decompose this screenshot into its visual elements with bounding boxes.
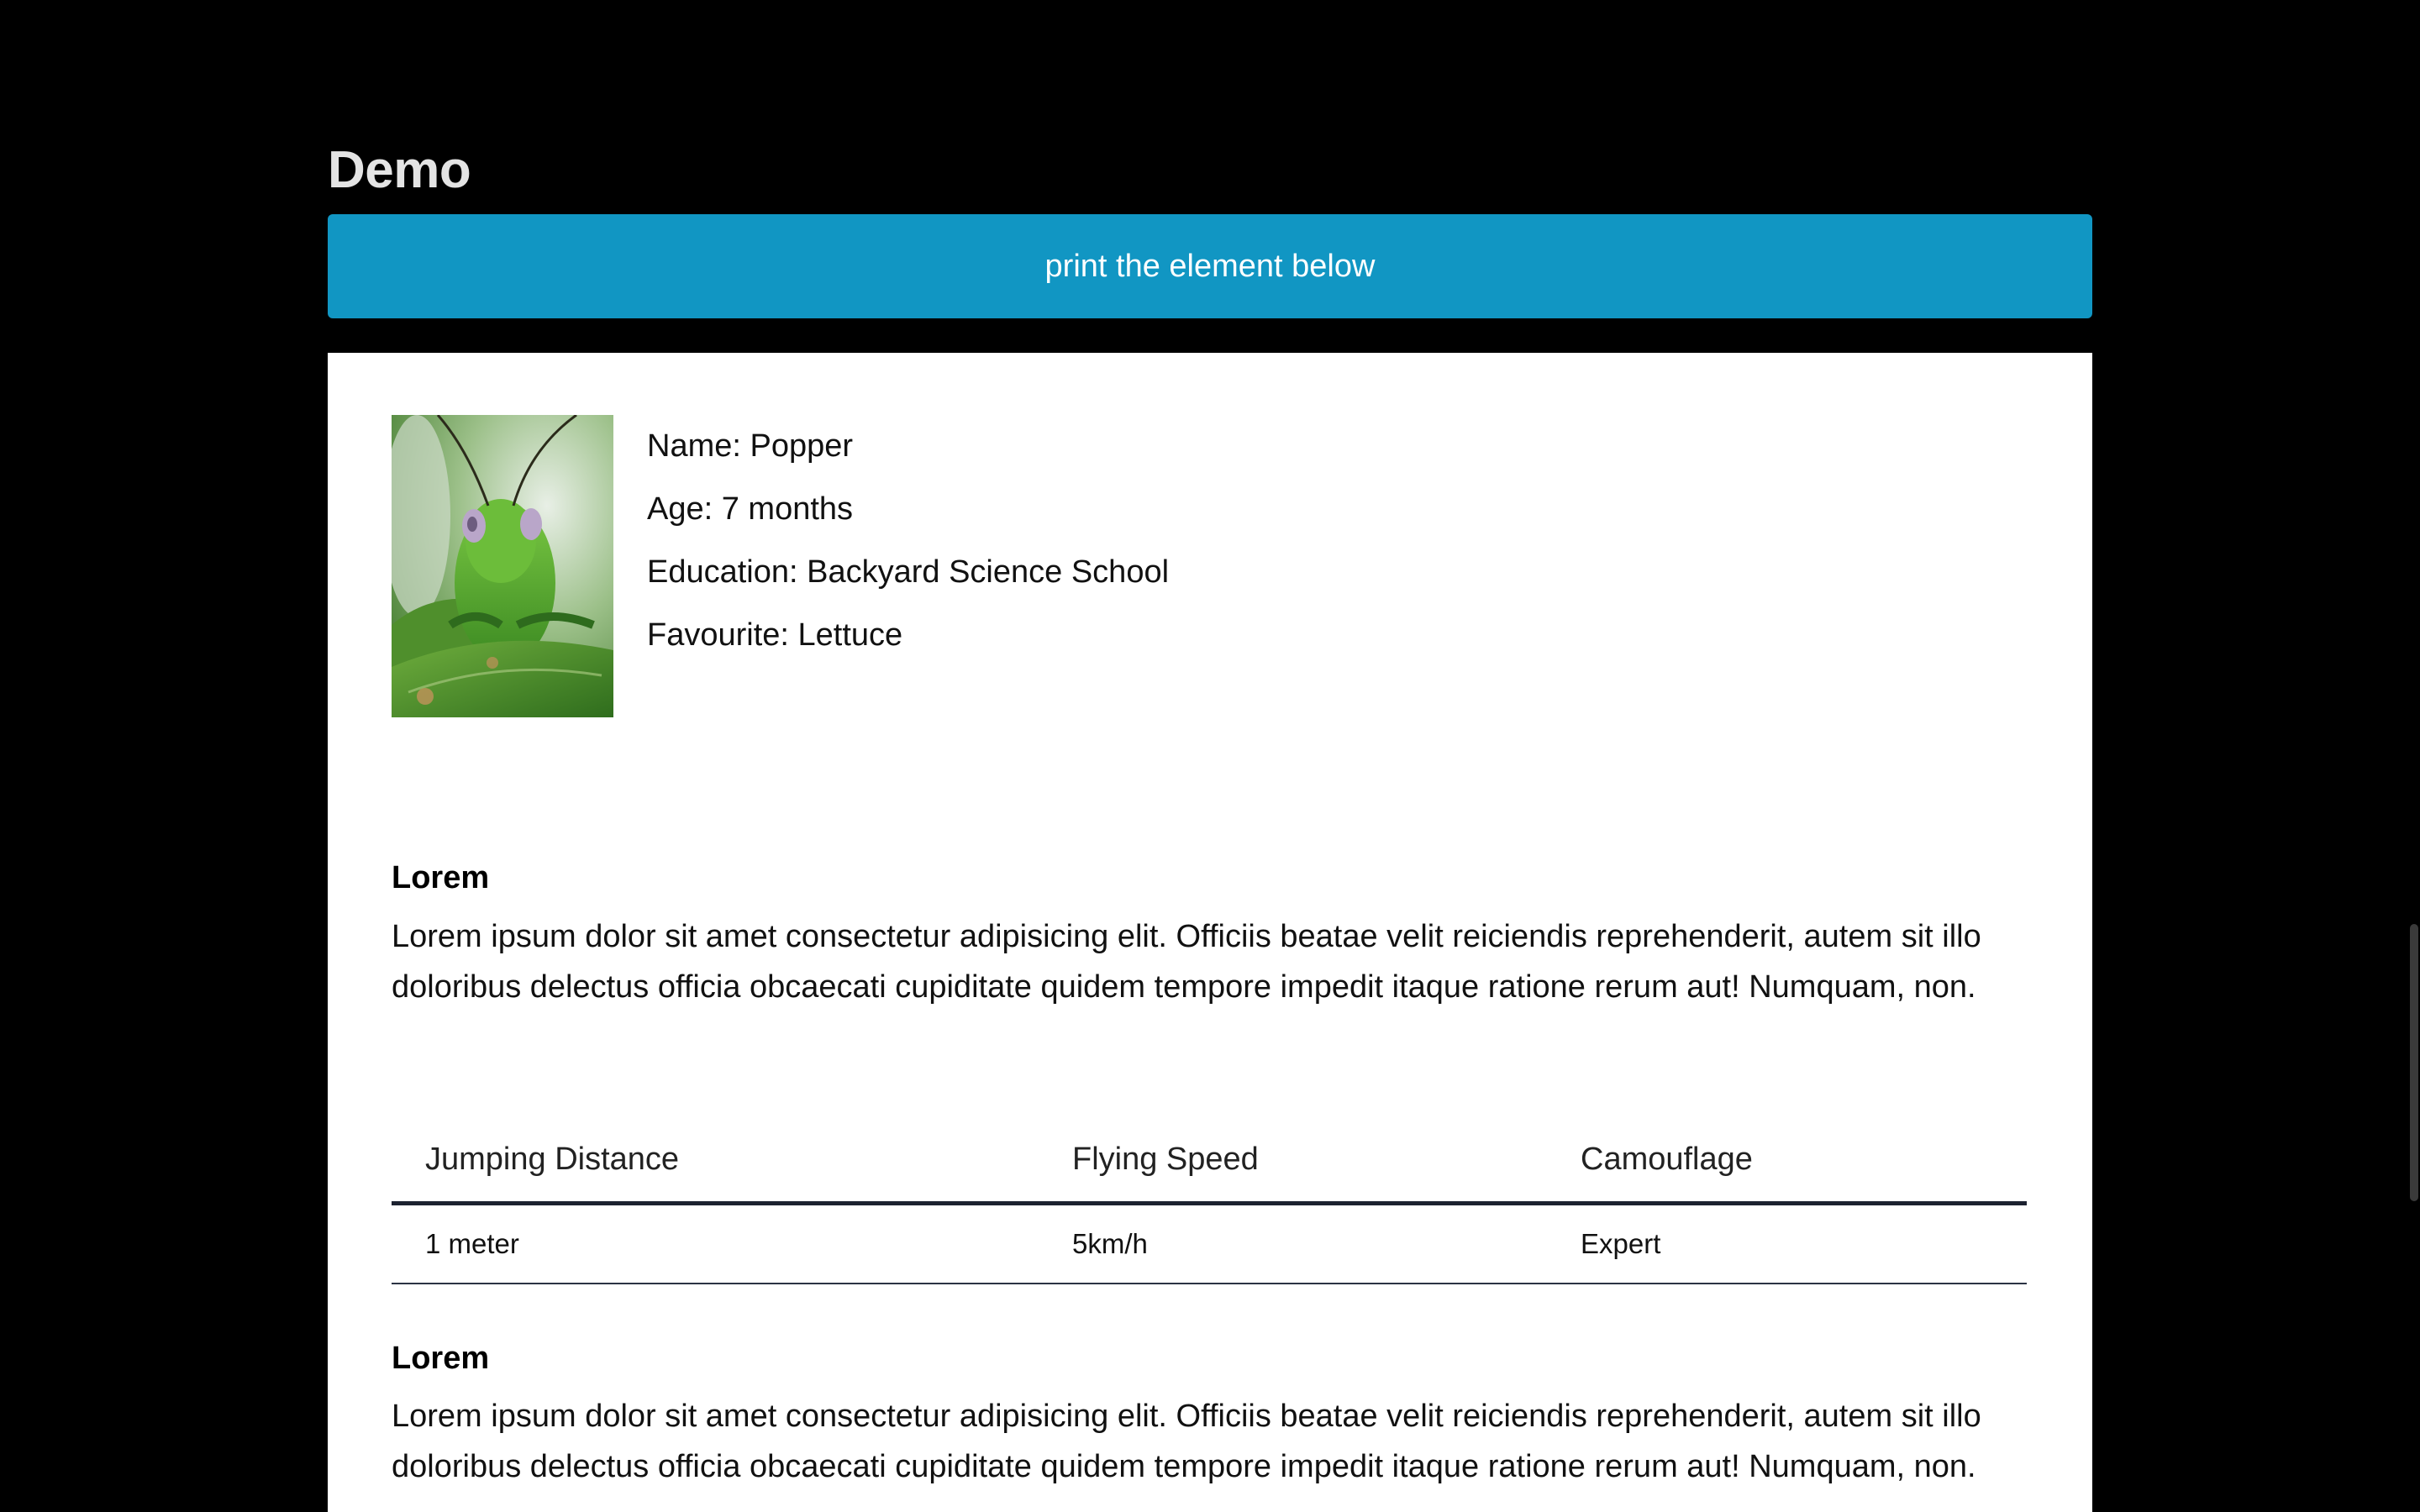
table-row: 1 meter 5km/h Expert bbox=[392, 1203, 2027, 1284]
profile-age: Age: 7 months bbox=[647, 491, 854, 527]
cell-camouflage: Expert bbox=[1547, 1203, 2027, 1284]
profile-name: Name: Popper bbox=[647, 428, 854, 464]
column-header-jumping-distance: Jumping Distance bbox=[392, 1117, 1039, 1205]
profile-education: Education: Backyard Science School bbox=[647, 554, 1170, 590]
scrollbar-thumb[interactable] bbox=[2410, 924, 2418, 1201]
print-button[interactable]: print the element below bbox=[328, 214, 2092, 318]
printable-card: Name: Popper Age: 7 months Education: Ba… bbox=[328, 353, 2092, 1512]
profile-info: Name: Popper Age: 7 months Education: Ba… bbox=[647, 415, 1169, 667]
column-header-camouflage: Camouflage bbox=[1547, 1117, 2027, 1205]
grasshopper-photo bbox=[392, 415, 613, 717]
profile-favourite: Favourite: Lettuce bbox=[647, 617, 903, 653]
stats-table: Jumping Distance Flying Speed Camouflage… bbox=[392, 1117, 2027, 1284]
section-heading: Lorem bbox=[392, 1341, 490, 1376]
section-text: Lorem ipsum dolor sit amet consectetur a… bbox=[392, 919, 1981, 1005]
table-header-row: Jumping Distance Flying Speed Camouflage bbox=[392, 1117, 2027, 1205]
section-text: Lorem ipsum dolor sit amet consectetur a… bbox=[392, 1399, 1981, 1484]
page-title: Demo bbox=[328, 141, 471, 199]
cell-jumping-distance: 1 meter bbox=[392, 1203, 1039, 1284]
column-header-flying-speed: Flying Speed bbox=[1039, 1117, 1547, 1205]
cell-flying-speed: 5km/h bbox=[1039, 1203, 1547, 1284]
section-heading: Lorem bbox=[392, 860, 490, 895]
